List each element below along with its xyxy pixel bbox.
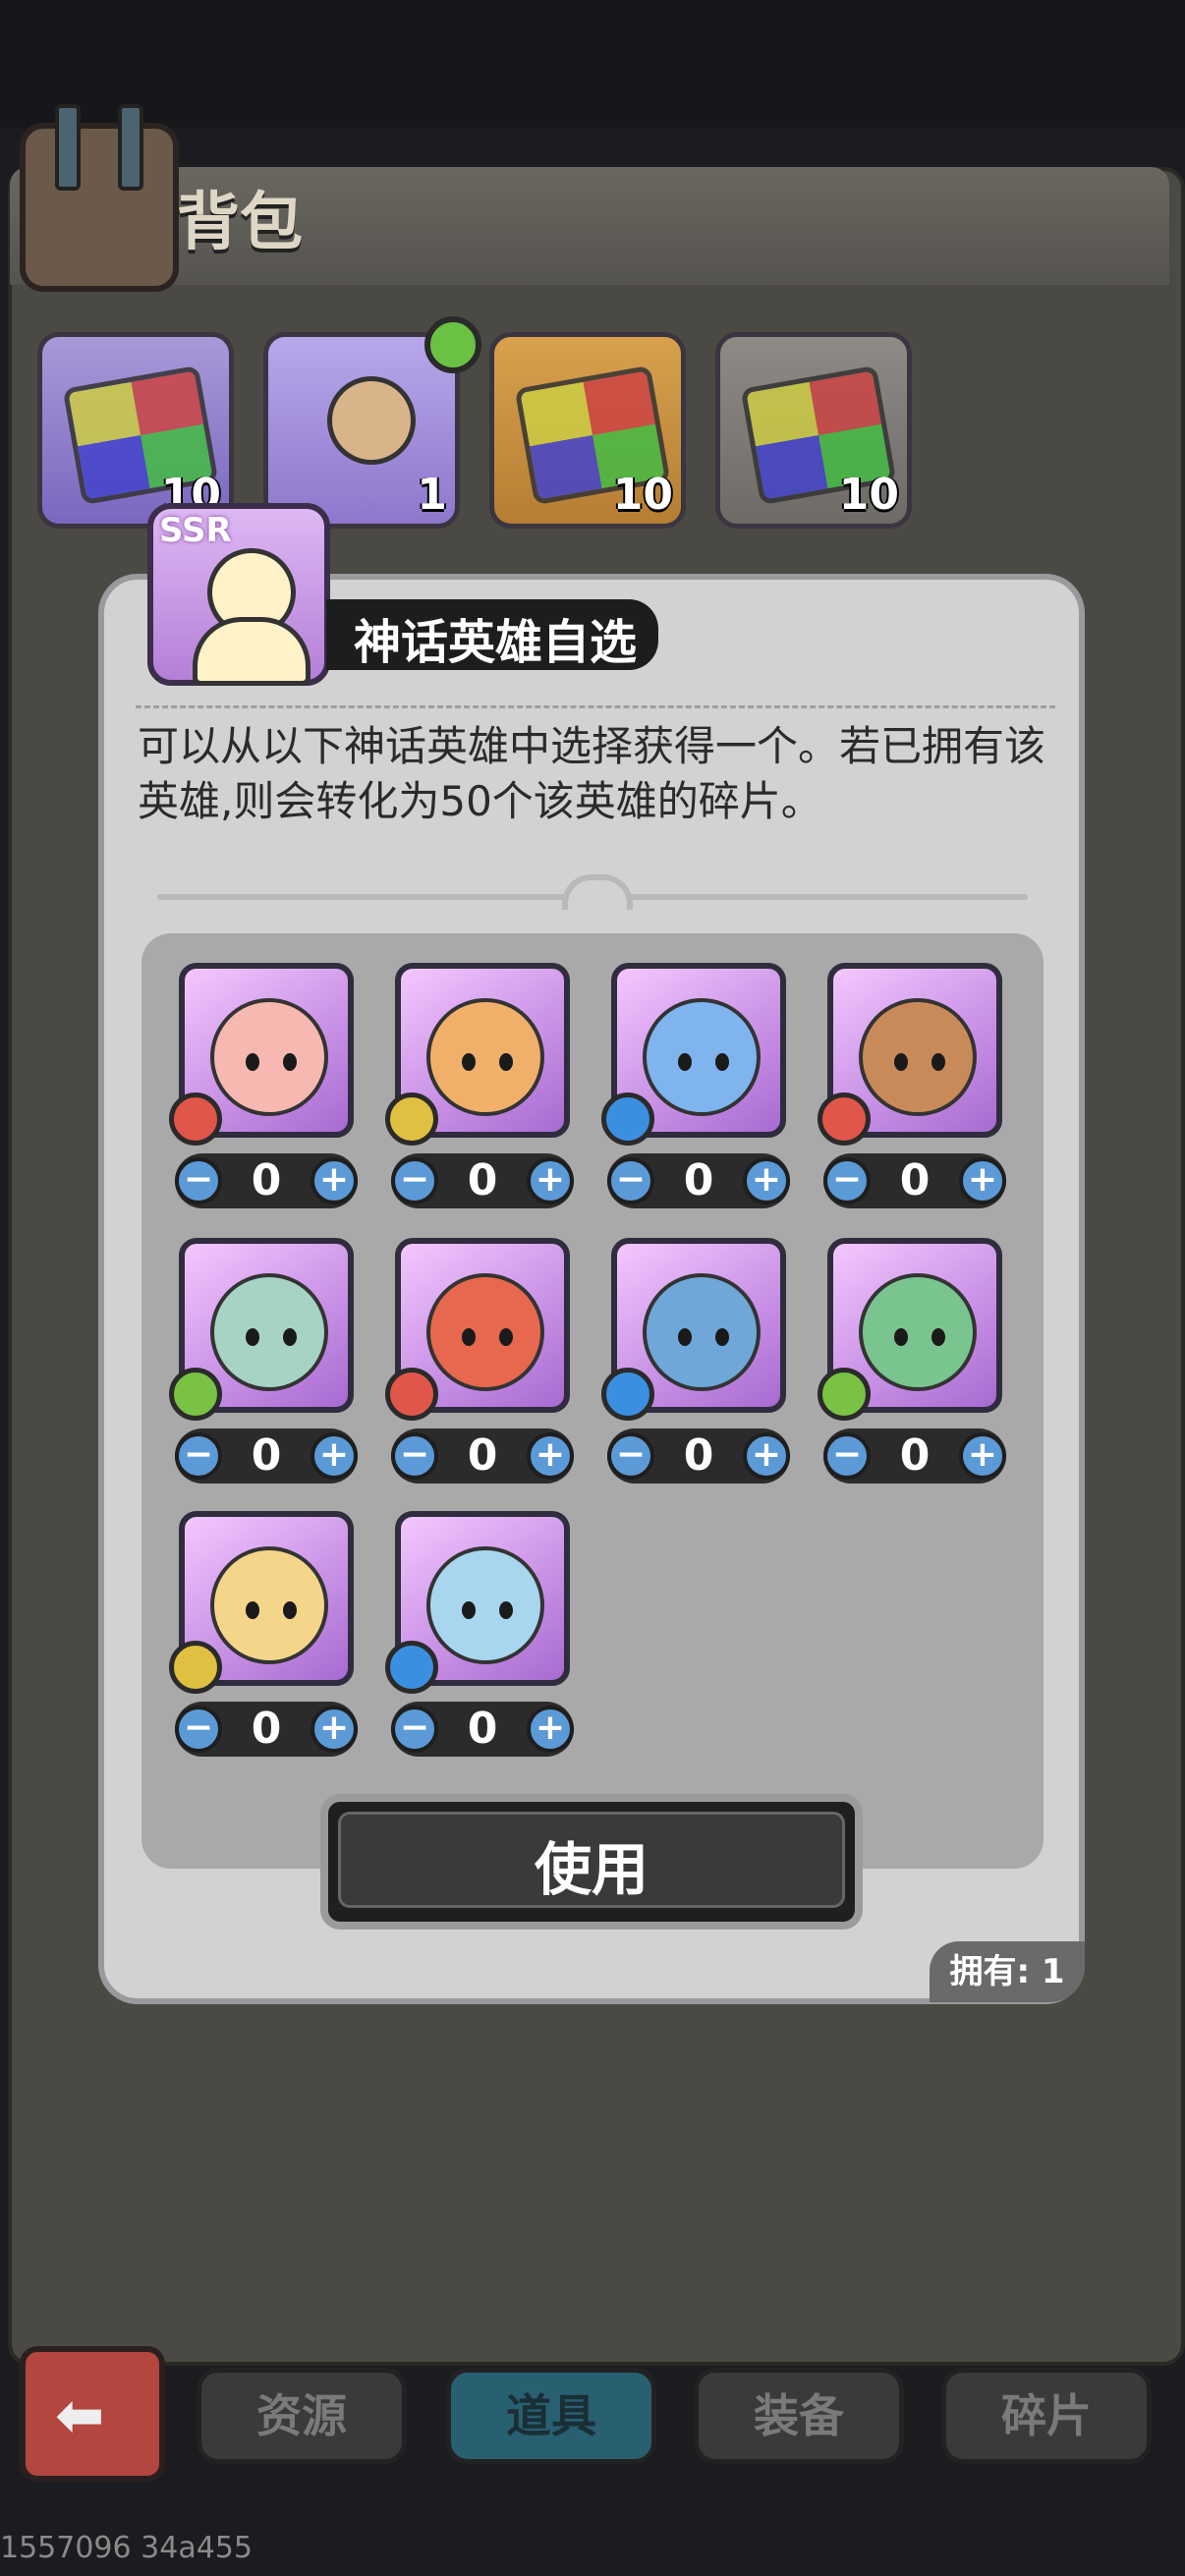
fire-element-icon bbox=[169, 1092, 222, 1146]
tab-equipment[interactable]: 装备 bbox=[694, 2368, 904, 2464]
hero-face bbox=[426, 1546, 544, 1664]
plus-button[interactable]: + bbox=[310, 1432, 358, 1480]
quantity-stepper: −0 + bbox=[607, 1428, 790, 1484]
hero-face bbox=[210, 1273, 328, 1391]
hero-portrait[interactable] bbox=[601, 963, 786, 1146]
item-slot[interactable]: 10 bbox=[489, 332, 686, 529]
quantity-value: 0 bbox=[899, 1430, 931, 1481]
hero-portrait[interactable] bbox=[818, 963, 1002, 1146]
minus-button[interactable]: − bbox=[175, 1706, 222, 1753]
hero-face bbox=[426, 1273, 544, 1391]
minus-button[interactable]: − bbox=[823, 1157, 871, 1204]
water-element-icon bbox=[601, 1368, 654, 1421]
item-slot[interactable]: 10 bbox=[715, 332, 912, 529]
tab-fragments[interactable]: 碎片 bbox=[941, 2368, 1152, 2464]
fire-element-icon bbox=[818, 1092, 871, 1146]
backpack-icon bbox=[20, 104, 179, 292]
notification-dot bbox=[424, 316, 481, 373]
minus-button[interactable]: − bbox=[391, 1157, 438, 1204]
quantity-stepper: −0 + bbox=[823, 1153, 1006, 1208]
minus-button[interactable]: − bbox=[391, 1706, 438, 1753]
hero-face bbox=[643, 1273, 761, 1391]
modal-title: 神话英雄自选 bbox=[354, 615, 638, 670]
wind-element-icon bbox=[169, 1368, 222, 1421]
quantity-stepper: −0 + bbox=[391, 1153, 574, 1208]
item-slot[interactable]: 10 bbox=[37, 332, 234, 529]
hero-portrait[interactable] bbox=[169, 963, 354, 1146]
minus-button[interactable]: − bbox=[175, 1157, 222, 1204]
quantity-value: 0 bbox=[467, 1155, 498, 1205]
quantity-value: 0 bbox=[467, 1430, 498, 1481]
plus-button[interactable]: + bbox=[527, 1157, 574, 1204]
use-button[interactable]: 使用 bbox=[320, 1794, 863, 1930]
hero-portrait[interactable] bbox=[818, 1238, 1002, 1421]
quantity-value: 0 bbox=[683, 1430, 714, 1481]
hero-face bbox=[859, 998, 977, 1116]
tab-resources[interactable]: 资源 bbox=[197, 2368, 407, 2464]
plus-button[interactable]: + bbox=[310, 1157, 358, 1204]
plus-button[interactable]: + bbox=[310, 1706, 358, 1753]
tab-items[interactable]: 道具 bbox=[446, 2368, 656, 2464]
quantity-value: 0 bbox=[251, 1155, 282, 1205]
hero-face bbox=[859, 1273, 977, 1391]
quantity-stepper: −0 + bbox=[607, 1153, 790, 1208]
hero-face bbox=[643, 998, 761, 1116]
water-element-icon bbox=[601, 1092, 654, 1146]
build-id: 1557096 34a455 bbox=[0, 2531, 253, 2565]
minus-button[interactable]: − bbox=[823, 1432, 871, 1480]
ssr-hero-select-icon: SSR bbox=[147, 503, 330, 686]
item-count: 1 bbox=[417, 470, 447, 520]
hero-portrait[interactable] bbox=[385, 1511, 570, 1694]
fire-element-icon bbox=[385, 1368, 438, 1421]
minus-button[interactable]: − bbox=[607, 1432, 654, 1480]
quantity-stepper: −0 + bbox=[391, 1702, 574, 1757]
owned-badge: 拥有: 1 bbox=[930, 1941, 1085, 2002]
quantity-value: 0 bbox=[899, 1155, 931, 1205]
hero-face bbox=[210, 998, 328, 1116]
use-button-label: 使用 bbox=[534, 1836, 649, 1903]
minus-button[interactable]: − bbox=[175, 1432, 222, 1480]
minus-button[interactable]: − bbox=[391, 1432, 438, 1480]
hero-portrait[interactable] bbox=[601, 1238, 786, 1421]
item-count: 10 bbox=[612, 470, 673, 520]
earth-element-icon bbox=[385, 1092, 438, 1146]
plus-button[interactable]: + bbox=[527, 1706, 574, 1753]
wind-element-icon bbox=[818, 1368, 871, 1421]
hero-portrait[interactable] bbox=[385, 963, 570, 1146]
water-element-icon bbox=[385, 1641, 438, 1694]
minus-button[interactable]: − bbox=[607, 1157, 654, 1204]
quantity-stepper: −0 + bbox=[175, 1702, 358, 1757]
item-count: 10 bbox=[838, 470, 899, 520]
back-button[interactable]: ⬅ bbox=[20, 2346, 165, 2482]
quantity-value: 0 bbox=[467, 1704, 498, 1754]
hero-portrait[interactable] bbox=[169, 1511, 354, 1694]
hero-portrait[interactable] bbox=[169, 1238, 354, 1421]
quantity-stepper: −0 + bbox=[391, 1428, 574, 1484]
back-arrow-icon: ⬅ bbox=[55, 2381, 105, 2450]
quantity-value: 0 bbox=[251, 1430, 282, 1481]
ssr-tag: SSR bbox=[159, 511, 232, 550]
plus-button[interactable]: + bbox=[743, 1157, 790, 1204]
quantity-value: 0 bbox=[251, 1704, 282, 1754]
plus-button[interactable]: + bbox=[959, 1157, 1006, 1204]
modal-description: 可以从以下神话英雄中选择获得一个。若已拥有该英雄,则会转化为50个该英雄的碎片。 bbox=[138, 722, 1046, 825]
hero-portrait[interactable] bbox=[385, 1238, 570, 1421]
quantity-stepper: −0 + bbox=[823, 1428, 1006, 1484]
backpack-title: 背包 bbox=[177, 187, 303, 259]
quantity-stepper: −0 + bbox=[175, 1428, 358, 1484]
quantity-value: 0 bbox=[683, 1155, 714, 1205]
top-bar bbox=[0, 0, 1185, 128]
ssr-hero-icon bbox=[327, 376, 416, 465]
plus-button[interactable]: + bbox=[527, 1432, 574, 1480]
earth-element-icon bbox=[169, 1641, 222, 1694]
owned-count: 拥有: 1 bbox=[949, 1952, 1065, 1991]
hero-face bbox=[210, 1546, 328, 1664]
plus-button[interactable]: + bbox=[959, 1432, 1006, 1480]
quantity-stepper: −0 + bbox=[175, 1153, 358, 1208]
plus-button[interactable]: + bbox=[743, 1432, 790, 1480]
dashed-divider bbox=[136, 705, 1055, 708]
hero-face bbox=[426, 998, 544, 1116]
